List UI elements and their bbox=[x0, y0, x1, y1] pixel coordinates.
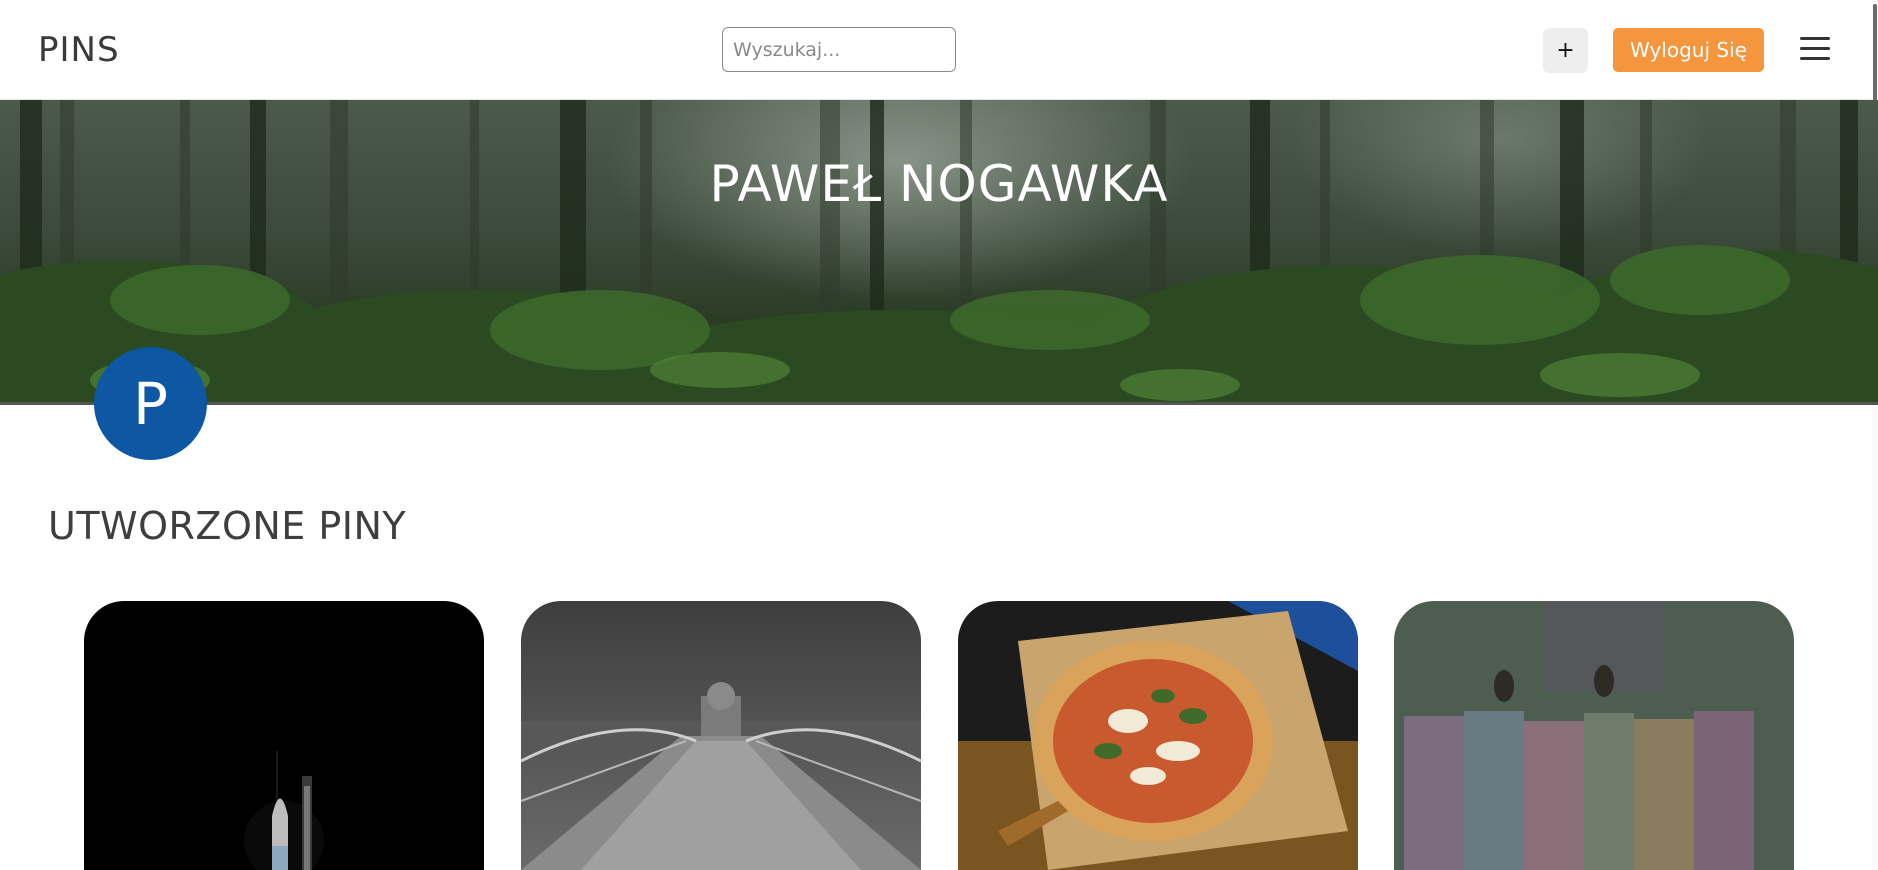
logout-button[interactable]: Wyloguj Się bbox=[1613, 28, 1764, 72]
search-input[interactable] bbox=[722, 27, 956, 72]
hamburger-menu-icon[interactable] bbox=[1800, 37, 1830, 61]
pin-millennium-bridge[interactable] bbox=[521, 601, 921, 870]
profile-banner: PAWEŁ NOGAWKA bbox=[0, 100, 1878, 405]
pin-image bbox=[521, 601, 921, 870]
section-title-created-pins: UTWORZONE PINY bbox=[48, 504, 407, 548]
app-logo[interactable]: PINS bbox=[38, 30, 120, 70]
pin-image bbox=[958, 601, 1358, 870]
pin-pizza[interactable] bbox=[958, 601, 1358, 870]
pin-blurred-art[interactable] bbox=[1394, 601, 1794, 870]
jungle-background-image bbox=[0, 100, 1878, 402]
pin-rocket-launch[interactable] bbox=[84, 601, 484, 870]
add-pin-button[interactable]: + bbox=[1543, 28, 1588, 73]
profile-name: PAWEŁ NOGAWKA bbox=[709, 155, 1169, 213]
pin-image bbox=[1394, 601, 1794, 870]
pin-image bbox=[84, 601, 484, 870]
avatar[interactable]: P bbox=[94, 347, 207, 460]
top-navbar: PINS + Wyloguj Się bbox=[0, 0, 1878, 100]
